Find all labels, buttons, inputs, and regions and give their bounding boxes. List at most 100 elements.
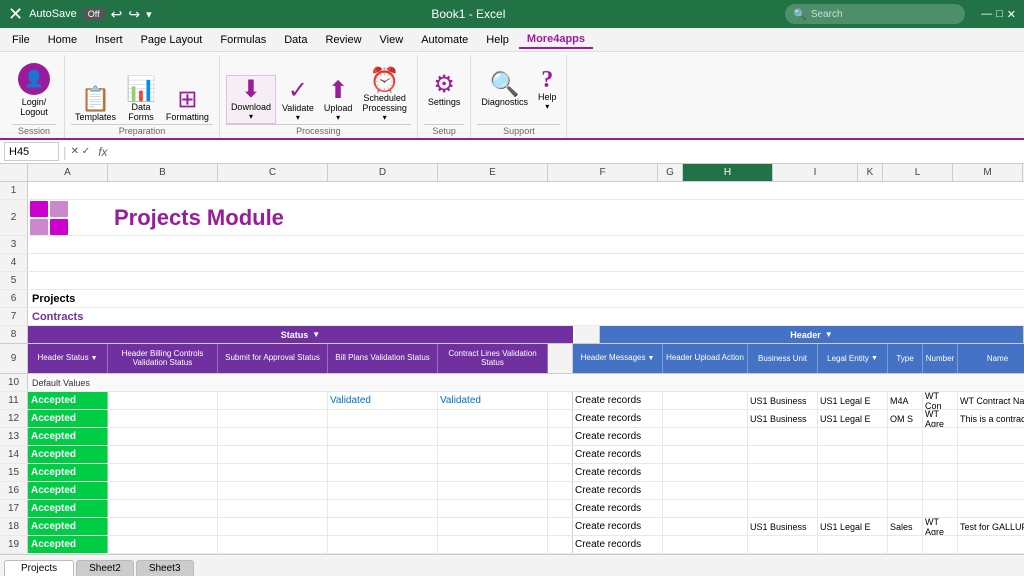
legal-entity-cell[interactable] bbox=[818, 482, 888, 499]
settings-button[interactable]: ⚙ Settings bbox=[424, 71, 465, 109]
type-cell[interactable] bbox=[888, 428, 923, 445]
maximize-button[interactable]: □ bbox=[996, 8, 1003, 20]
contractlines-cell[interactable] bbox=[438, 500, 548, 517]
scheduled-processing-button[interactable]: ⏰ ScheduledProcessing ▾ bbox=[358, 67, 411, 124]
number-cell[interactable] bbox=[923, 500, 958, 517]
approval-cell[interactable] bbox=[218, 518, 328, 535]
undo-icon[interactable]: ↩ bbox=[111, 6, 123, 23]
business-unit-cell[interactable] bbox=[748, 464, 818, 481]
col-header-number[interactable]: Number bbox=[923, 344, 958, 373]
business-unit-cell[interactable]: US1 Business bbox=[748, 410, 818, 427]
type-cell[interactable]: Sales bbox=[888, 518, 923, 535]
templates-button[interactable]: 📋 Templates bbox=[71, 86, 120, 124]
status-cell[interactable]: Accepted bbox=[28, 536, 108, 553]
billing-cell[interactable] bbox=[108, 500, 218, 517]
legal-entity-cell[interactable] bbox=[818, 464, 888, 481]
billplans-cell[interactable] bbox=[328, 428, 438, 445]
menu-more4apps[interactable]: More4apps bbox=[519, 31, 593, 49]
contractlines-cell[interactable] bbox=[438, 536, 548, 553]
sheet-tab-active[interactable]: Projects bbox=[4, 560, 74, 576]
col-header-i[interactable]: I bbox=[773, 164, 858, 181]
approval-cell[interactable] bbox=[218, 464, 328, 481]
menu-page-layout[interactable]: Page Layout bbox=[133, 32, 211, 48]
redo-icon[interactable]: ↪ bbox=[128, 6, 140, 23]
approval-cell[interactable] bbox=[218, 392, 328, 409]
name-cell[interactable] bbox=[958, 536, 1024, 553]
formatting-button[interactable]: ⊞ Formatting bbox=[162, 86, 213, 124]
col-header-k[interactable]: K bbox=[858, 164, 883, 181]
col-header-l[interactable]: L bbox=[883, 164, 953, 181]
download-button[interactable]: ⬇ Download ▾ bbox=[226, 75, 276, 124]
billing-cell[interactable] bbox=[108, 392, 218, 409]
menu-data[interactable]: Data bbox=[276, 32, 315, 48]
upload-action-cell[interactable] bbox=[663, 446, 748, 463]
contractlines-cell[interactable] bbox=[438, 464, 548, 481]
legal-entity-cell[interactable] bbox=[818, 428, 888, 445]
validate-button[interactable]: ✓ Validate ▾ bbox=[278, 77, 318, 124]
business-unit-cell[interactable] bbox=[748, 536, 818, 553]
col-header-d[interactable]: D bbox=[328, 164, 438, 181]
menu-file[interactable]: File bbox=[4, 32, 38, 48]
number-cell[interactable] bbox=[923, 428, 958, 445]
name-cell[interactable] bbox=[958, 464, 1024, 481]
col-header-a[interactable]: A bbox=[28, 164, 108, 181]
col-header-contractlines[interactable]: Contract Lines Validation Status bbox=[438, 344, 548, 373]
messages-cell[interactable]: Create records bbox=[573, 482, 663, 499]
billplans-cell[interactable] bbox=[328, 518, 438, 535]
status-cell[interactable]: Accepted bbox=[28, 518, 108, 535]
business-unit-cell[interactable] bbox=[748, 482, 818, 499]
contractlines-cell[interactable] bbox=[438, 410, 548, 427]
upload-action-cell[interactable] bbox=[663, 482, 748, 499]
type-cell[interactable] bbox=[888, 536, 923, 553]
col-header-h[interactable]: H bbox=[683, 164, 773, 181]
billing-cell[interactable] bbox=[108, 518, 218, 535]
approval-cell[interactable] bbox=[218, 536, 328, 553]
status-cell[interactable]: Accepted bbox=[28, 446, 108, 463]
upload-action-cell[interactable] bbox=[663, 500, 748, 517]
name-cell[interactable]: This is a contract bbox=[958, 410, 1024, 427]
messages-cell[interactable]: Create records bbox=[573, 392, 663, 409]
name-cell[interactable] bbox=[958, 446, 1024, 463]
type-cell[interactable] bbox=[888, 482, 923, 499]
billing-cell[interactable] bbox=[108, 428, 218, 445]
contractlines-cell[interactable] bbox=[438, 518, 548, 535]
billing-cell[interactable] bbox=[108, 482, 218, 499]
col-header-m[interactable]: M bbox=[953, 164, 1023, 181]
col-header-billing[interactable]: Header Billing Controls Validation Statu… bbox=[108, 344, 218, 373]
legal-entity-cell[interactable]: US1 Legal E bbox=[818, 392, 888, 409]
number-cell[interactable]: WT Con bbox=[923, 392, 958, 409]
messages-cell[interactable]: Create records bbox=[573, 500, 663, 517]
number-cell[interactable]: WT Agre bbox=[923, 518, 958, 535]
col-header-messages[interactable]: Header Messages▼ bbox=[573, 344, 663, 373]
minimize-button[interactable]: — bbox=[981, 8, 992, 20]
name-cell[interactable] bbox=[958, 428, 1024, 445]
legal-entity-cell[interactable]: US1 Legal E bbox=[818, 410, 888, 427]
col-header-legal-entity[interactable]: Legal Entity▼ bbox=[818, 344, 888, 373]
billing-cell[interactable] bbox=[108, 410, 218, 427]
business-unit-cell[interactable]: US1 Business bbox=[748, 518, 818, 535]
billplans-cell[interactable] bbox=[328, 410, 438, 427]
business-unit-cell[interactable] bbox=[748, 428, 818, 445]
type-cell[interactable]: M4A bbox=[888, 392, 923, 409]
billplans-cell[interactable] bbox=[328, 464, 438, 481]
billplans-cell[interactable] bbox=[328, 446, 438, 463]
menu-insert[interactable]: Insert bbox=[87, 32, 131, 48]
upload-action-cell[interactable] bbox=[663, 464, 748, 481]
business-unit-cell[interactable]: US1 Business bbox=[748, 392, 818, 409]
status-cell[interactable]: Accepted bbox=[28, 428, 108, 445]
messages-cell[interactable]: Create records bbox=[573, 428, 663, 445]
data-forms-button[interactable]: 📊 DataForms bbox=[122, 76, 160, 124]
formula-input[interactable] bbox=[112, 146, 1020, 158]
approval-cell[interactable] bbox=[218, 482, 328, 499]
messages-cell[interactable]: Create records bbox=[573, 446, 663, 463]
diagnostics-button[interactable]: 🔍 Diagnostics bbox=[477, 71, 532, 109]
col-header-billplans[interactable]: Bill Plans Validation Status bbox=[328, 344, 438, 373]
name-cell[interactable] bbox=[958, 500, 1024, 517]
messages-cell[interactable]: Create records bbox=[573, 536, 663, 553]
approval-cell[interactable] bbox=[218, 446, 328, 463]
upload-button[interactable]: ⬆ Upload ▾ bbox=[320, 77, 357, 124]
menu-formulas[interactable]: Formulas bbox=[212, 32, 274, 48]
legal-entity-cell[interactable] bbox=[818, 536, 888, 553]
billing-cell[interactable] bbox=[108, 536, 218, 553]
status-cell[interactable]: Accepted bbox=[28, 482, 108, 499]
